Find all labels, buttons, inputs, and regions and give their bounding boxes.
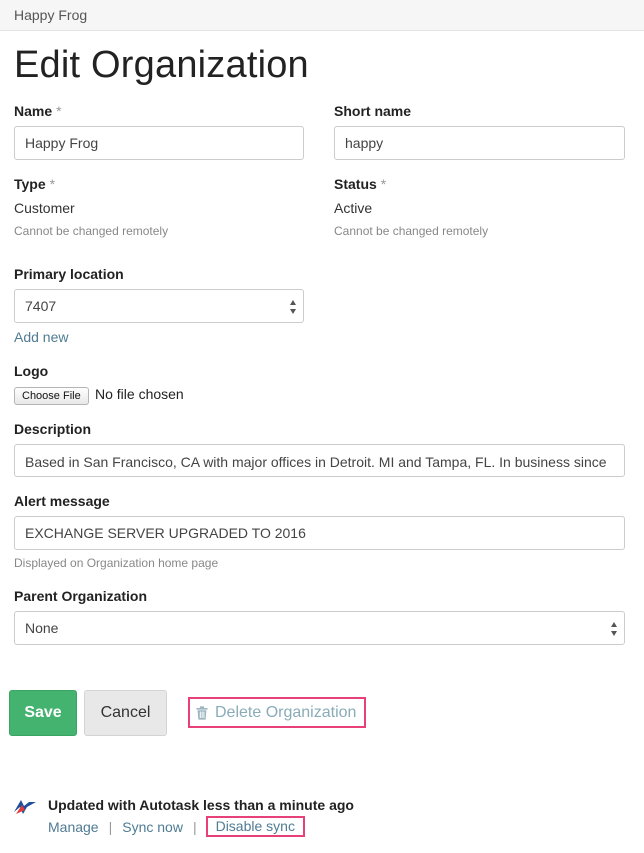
name-required-mark: *: [56, 103, 62, 119]
logo-label: Logo: [14, 363, 49, 379]
type-label: Type *: [14, 176, 55, 192]
primary-location-value: 7407: [25, 298, 57, 314]
delete-organization-label: Delete Organization: [215, 703, 357, 721]
file-status: No file chosen: [95, 386, 184, 402]
type-label-text: Type: [14, 176, 46, 192]
parent-org-label: Parent Organization: [14, 588, 148, 604]
add-new-location-link[interactable]: Add new: [14, 329, 68, 345]
link-separator: |: [108, 818, 113, 835]
type-required-mark: *: [49, 176, 56, 192]
autotask-logo-icon: [14, 800, 36, 814]
cancel-button[interactable]: Cancel: [84, 690, 167, 736]
choose-file-button[interactable]: Choose File: [14, 387, 89, 405]
status-hint: Cannot be changed remotely: [334, 224, 489, 238]
link-separator: |: [192, 818, 197, 835]
description-textarea[interactable]: Based in San Francisco, CA with major of…: [14, 444, 625, 477]
save-button[interactable]: Save: [9, 690, 77, 736]
description-label: Description: [14, 421, 92, 437]
status-label-text: Status: [334, 176, 377, 192]
status-label: Status *: [334, 176, 386, 192]
short-name-label: Short name: [334, 103, 412, 119]
name-input[interactable]: [14, 126, 304, 160]
page-title: Edit Organization: [14, 44, 309, 86]
primary-location-select[interactable]: 7407: [14, 289, 304, 323]
trash-icon: [196, 705, 208, 720]
status-value: Active: [334, 200, 373, 216]
type-hint: Cannot be changed remotely: [14, 224, 169, 238]
parent-org-select[interactable]: None: [14, 611, 625, 645]
alert-message-hint: Displayed on Organization home page: [14, 556, 219, 570]
breadcrumb-org[interactable]: Happy Frog: [14, 7, 87, 23]
name-label: Name *: [14, 103, 62, 119]
name-label-text: Name: [14, 103, 53, 119]
short-name-input[interactable]: [334, 126, 625, 160]
sync-now-link[interactable]: Sync now: [122, 819, 183, 835]
primary-location-label: Primary location: [14, 266, 124, 282]
type-value: Customer: [14, 200, 75, 216]
description-text: Based in San Francisco, CA with major of…: [25, 454, 607, 470]
sync-status: Updated with Autotask less than a minute…: [48, 797, 354, 813]
parent-org-value: None: [25, 620, 59, 636]
select-arrows-icon: [290, 300, 296, 314]
alert-message-label: Alert message: [14, 493, 110, 509]
select-arrows-icon: [611, 622, 617, 636]
disable-sync-link[interactable]: Disable sync: [205, 816, 305, 837]
alert-message-input[interactable]: [14, 516, 625, 550]
manage-link[interactable]: Manage: [48, 819, 99, 835]
sync-links: Manage | Sync now | Disable sync: [48, 816, 305, 837]
breadcrumb[interactable]: Happy Frog: [0, 0, 644, 31]
delete-organization-button[interactable]: Delete Organization: [188, 697, 366, 728]
status-required-mark: *: [380, 176, 387, 192]
